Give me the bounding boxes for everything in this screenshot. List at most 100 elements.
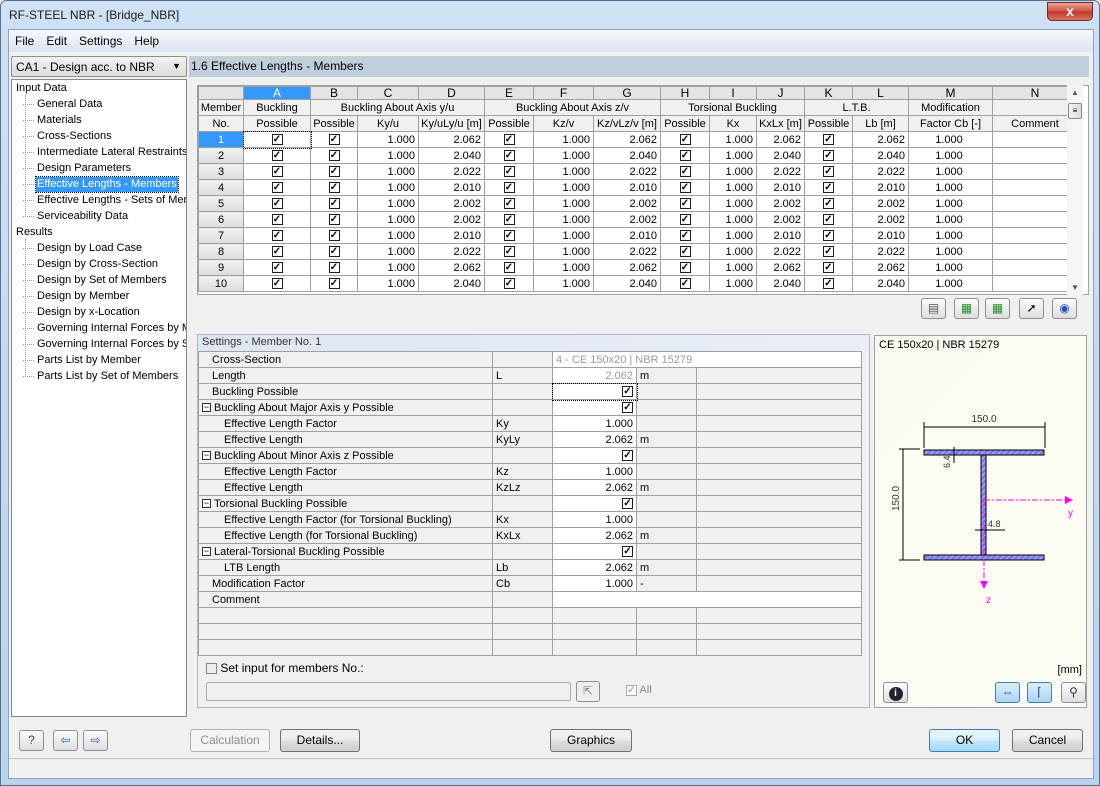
ltb-possible-cell[interactable]: ✓: [804, 163, 853, 180]
row-number[interactable]: 2: [198, 147, 244, 164]
cb-cell[interactable]: 1.000: [908, 163, 993, 180]
view-button[interactable]: ◉: [1052, 298, 1077, 319]
kzlz-cell[interactable]: 2.022: [593, 243, 661, 260]
kx-cell[interactable]: 1.000: [709, 227, 757, 244]
kz-cell[interactable]: 1.000: [533, 243, 594, 260]
buckling-possible-cell[interactable]: ✓: [242, 130, 312, 149]
comment-cell[interactable]: [992, 131, 1078, 148]
ky-cell[interactable]: 1.000: [357, 147, 419, 164]
column-header-f[interactable]: F: [533, 86, 594, 100]
nav-item-effective-lengths-sets-of-members[interactable]: Effective Lengths - Sets of Members: [22, 193, 186, 208]
checkbox[interactable]: ✓: [271, 278, 283, 290]
ky-cell[interactable]: 1.000: [357, 243, 419, 260]
checkbox[interactable]: ✓: [328, 166, 340, 178]
buckling-possible-cell[interactable]: ✓: [243, 163, 311, 180]
checkbox[interactable]: ✓: [679, 262, 691, 274]
kz-cell[interactable]: 1.000: [533, 259, 594, 276]
checkbox[interactable]: ✓: [328, 246, 340, 258]
kyly-cell[interactable]: 2.002: [418, 195, 485, 212]
table-row[interactable]: 9 ✓ ✓ 1.000 2.062 ✓ 1.000 2.062 ✓ 1.000 2.062 ✓ 2.06…: [198, 259, 1078, 276]
checkbox[interactable]: ✓: [823, 198, 834, 210]
row-number[interactable]: 6: [198, 211, 244, 228]
kxlx-cell[interactable]: 2.022: [756, 243, 805, 260]
ltb-possible-cell[interactable]: ✓: [804, 131, 853, 148]
table-vertical-scrollbar[interactable]: ▲ ≡ ▼: [1067, 85, 1083, 295]
ltb-possible-cell[interactable]: ✓: [804, 179, 853, 196]
collapse-icon[interactable]: −: [202, 547, 211, 557]
info-button[interactable]: i: [883, 682, 908, 703]
cb-cell[interactable]: 1.000: [908, 211, 993, 228]
kz-cell[interactable]: 1.000: [533, 211, 594, 228]
kx-cell[interactable]: 1.000: [709, 211, 757, 228]
buckling-possible-cell[interactable]: ✓: [243, 243, 311, 260]
torsional-possible-cell[interactable]: ✓: [660, 147, 710, 164]
torsional-possible-cell[interactable]: ✓: [660, 275, 710, 292]
table-row[interactable]: 1 ✓ ✓ 1.000 2.062 ✓ 1.000 2.062 ✓ 1.000 2.062 ✓ 2.06…: [198, 130, 1078, 149]
nav-item-design-by-cross-section[interactable]: Design by Cross-Section: [22, 257, 159, 272]
checkbox[interactable]: ✓: [271, 166, 283, 178]
buckling-possible-cell[interactable]: ✓: [243, 211, 311, 228]
collapse-icon[interactable]: −: [202, 499, 211, 509]
setting-value[interactable]: 2.062: [552, 479, 637, 496]
kx-cell[interactable]: 1.000: [709, 243, 757, 260]
kzlz-cell[interactable]: 2.040: [593, 147, 661, 164]
ky-cell[interactable]: 1.000: [357, 195, 419, 212]
kzlz-cell[interactable]: 2.010: [593, 227, 661, 244]
checkbox[interactable]: ✓: [271, 150, 283, 162]
buckling-possible-cell[interactable]: ✓: [243, 227, 311, 244]
kz-cell[interactable]: 1.000: [533, 227, 594, 244]
ky-cell[interactable]: 1.000: [357, 163, 419, 180]
kxlx-cell[interactable]: 2.062: [756, 131, 805, 148]
help-button[interactable]: ?: [19, 730, 44, 751]
torsional-possible-cell[interactable]: ✓: [660, 259, 710, 276]
checkbox[interactable]: ✓: [503, 198, 515, 210]
checkbox[interactable]: ✓: [679, 230, 691, 242]
kyly-cell[interactable]: 2.002: [418, 211, 485, 228]
y-possible-cell[interactable]: ✓: [310, 163, 358, 180]
comment-cell[interactable]: [992, 259, 1078, 276]
row-number[interactable]: 9: [198, 259, 244, 276]
kzlz-cell[interactable]: 2.062: [593, 131, 661, 148]
comment-input[interactable]: [552, 591, 862, 608]
checkbox[interactable]: ✓: [622, 402, 633, 414]
close-button[interactable]: x: [1047, 2, 1093, 21]
checkbox[interactable]: ✓: [271, 262, 283, 274]
ok-button[interactable]: OK: [929, 729, 1000, 752]
row-number[interactable]: 5: [198, 195, 244, 212]
nav-input-data[interactable]: Input Data: [16, 81, 67, 96]
nav-item-materials[interactable]: Materials: [23, 113, 83, 128]
kz-cell[interactable]: 1.000: [533, 275, 594, 292]
menu-help[interactable]: Help: [128, 30, 165, 52]
checkbox[interactable]: ✓: [622, 450, 633, 462]
checkbox[interactable]: ✓: [622, 498, 633, 510]
kxlx-cell[interactable]: 2.010: [756, 227, 805, 244]
import-button[interactable]: ▤: [921, 298, 946, 319]
case-select[interactable]: CA1 - Design acc. to NBR ▼: [11, 56, 187, 77]
column-header-h[interactable]: H: [660, 86, 710, 100]
ltb-possible-cell[interactable]: ✓: [804, 259, 853, 276]
lb-cell[interactable]: 2.062: [852, 259, 909, 276]
nav-item-design-by-load-case[interactable]: Design by Load Case: [22, 241, 143, 256]
setting-value[interactable]: 2.062: [552, 559, 637, 576]
checkbox[interactable]: ✓: [271, 246, 283, 258]
setting-checkbox-cell[interactable]: ✓: [551, 382, 638, 401]
kxlx-cell[interactable]: 2.002: [756, 211, 805, 228]
lb-cell[interactable]: 2.022: [852, 163, 909, 180]
kz-cell[interactable]: 1.000: [533, 179, 594, 196]
buckling-possible-cell[interactable]: ✓: [243, 195, 311, 212]
pick-members-button[interactable]: ⇱: [576, 681, 600, 702]
row-number[interactable]: 10: [198, 275, 244, 292]
z-possible-cell[interactable]: ✓: [484, 243, 534, 260]
nav-item-effective-lengths-members[interactable]: Effective Lengths - Members: [23, 176, 179, 193]
kxlx-cell[interactable]: 2.040: [756, 275, 805, 292]
torsional-possible-cell[interactable]: ✓: [660, 211, 710, 228]
checkbox[interactable]: ✓: [503, 134, 515, 146]
z-possible-cell[interactable]: ✓: [484, 195, 534, 212]
nav-item-design-by-set-of-members[interactable]: Design by Set of Members: [23, 273, 168, 288]
nav-item-cross-sections[interactable]: Cross-Sections: [23, 129, 113, 144]
y-possible-cell[interactable]: ✓: [310, 131, 358, 148]
nav-item-serviceability-data[interactable]: Serviceability Data: [22, 209, 129, 224]
checkbox[interactable]: ✓: [679, 278, 691, 290]
axis-yz-view-button[interactable]: ⌈: [1027, 682, 1052, 703]
calculation-button[interactable]: Calculation: [190, 729, 270, 752]
